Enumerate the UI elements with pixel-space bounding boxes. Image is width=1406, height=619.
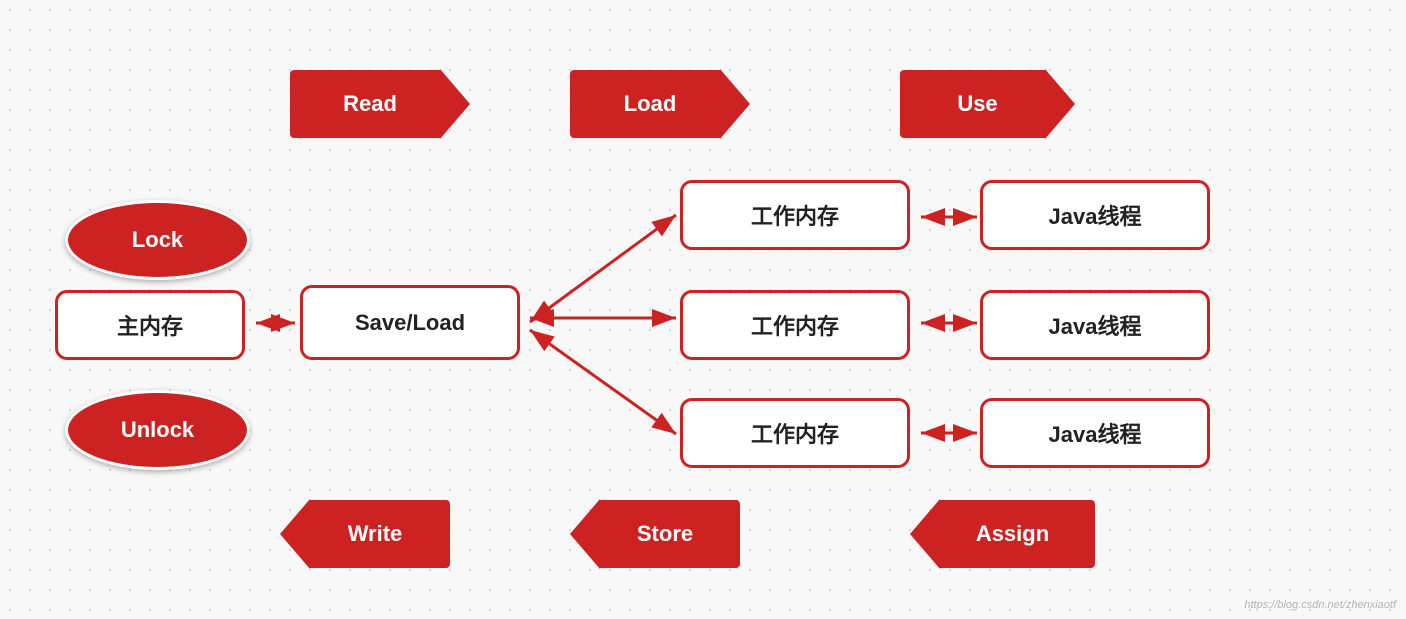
main-saveload-connector	[248, 308, 303, 338]
work-mem3-box: 工作内存	[680, 398, 910, 468]
assign-arrow: Assign	[910, 500, 1095, 568]
lock-oval: Lock	[65, 200, 250, 280]
watermark: https://blog.csdn.net/zhenxiaotf	[1244, 599, 1396, 611]
use-arrow: Use	[900, 70, 1075, 138]
use-label: Use	[957, 91, 1017, 117]
work-mem1-label: 工作内存	[751, 199, 839, 231]
work-mem2-label: 工作内存	[751, 309, 839, 341]
work-mem2-box: 工作内存	[680, 290, 910, 360]
write-label: Write	[328, 521, 403, 547]
main-memory-label: 主内存	[117, 309, 183, 341]
workmem1-thread1-connector	[913, 202, 985, 232]
work-mem3-label: 工作内存	[751, 417, 839, 449]
store-label: Store	[617, 521, 693, 547]
store-arrow: Store	[570, 500, 740, 568]
main-memory-box: 主内存	[55, 290, 245, 360]
java-thread3-box: Java线程	[980, 398, 1210, 468]
save-load-label: Save/Load	[355, 310, 465, 336]
load-arrow: Load	[570, 70, 750, 138]
java-thread2-box: Java线程	[980, 290, 1210, 360]
java-thread2-label: Java线程	[1049, 309, 1142, 341]
save-load-box: Save/Load	[300, 285, 520, 360]
read-label: Read	[343, 91, 417, 117]
load-label: Load	[624, 91, 697, 117]
read-arrow: Read	[290, 70, 470, 138]
java-thread1-box: Java线程	[980, 180, 1210, 250]
unlock-oval: Unlock	[65, 390, 250, 470]
saveload-workmem3-connector	[522, 322, 684, 442]
unlock-label: Unlock	[121, 417, 194, 443]
java-thread3-label: Java线程	[1049, 417, 1142, 449]
workmem3-thread3-connector	[913, 418, 985, 448]
work-mem1-box: 工作内存	[680, 180, 910, 250]
assign-label: Assign	[956, 521, 1049, 547]
workmem2-thread2-connector	[913, 308, 985, 338]
write-arrow: Write	[280, 500, 450, 568]
java-thread1-label: Java线程	[1049, 199, 1142, 231]
lock-label: Lock	[132, 227, 183, 253]
